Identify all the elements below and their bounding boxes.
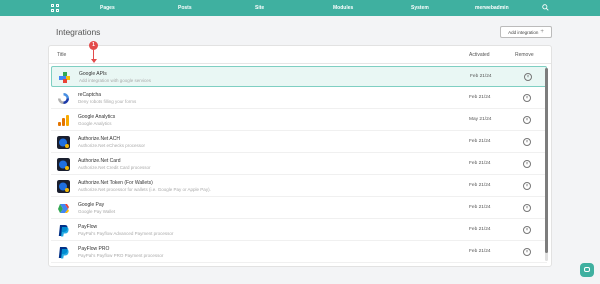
nav-item-pages[interactable]: Pages: [100, 0, 115, 16]
integration-desc: Authorize.Net processor for wallets (i.e…: [78, 187, 211, 192]
chat-icon: [584, 267, 590, 272]
activated-date: Feb 21/24: [470, 74, 492, 79]
table-row-google-pay[interactable]: Google Pay Google Pay Wallet Feb 21/24 ×: [51, 198, 547, 219]
integration-desc: Google Analytics: [78, 121, 112, 126]
google-analytics-logo: [57, 114, 70, 127]
recaptcha-logo: [58, 93, 69, 104]
integration-name: Google APIs: [79, 71, 107, 77]
scrollbar-thumb[interactable]: [545, 68, 548, 253]
column-header-title: Title: [57, 52, 67, 58]
authorize-net-logo: [57, 180, 70, 193]
activated-date: Feb 21/24: [469, 95, 491, 100]
table-row-authorize-token[interactable]: Authorize.Net Token (For Wallets) Author…: [51, 176, 547, 197]
annotation-arrow-head: [90, 59, 97, 63]
integration-name: reCaptcha: [78, 92, 102, 98]
chat-button[interactable]: [580, 263, 594, 277]
integration-desc: Deny robots filling your forms: [78, 99, 137, 104]
nav-item-modules[interactable]: Modules: [333, 0, 353, 16]
add-integration-label: Add integration: [508, 29, 539, 35]
activated-date: Feb 21/24: [469, 227, 491, 232]
remove-icon[interactable]: ×: [523, 226, 531, 234]
integration-name: PayFlow PRO: [78, 246, 110, 252]
search-icon[interactable]: [542, 4, 549, 11]
integration-name: Google Pay: [78, 202, 105, 208]
activated-date: Feb 21/24: [469, 139, 491, 144]
integration-desc: Authorize.Net eChecks processor: [78, 143, 146, 148]
integration-desc: Google Pay Wallet: [78, 209, 116, 214]
nav-item-user[interactable]: merwebadmin: [475, 0, 509, 16]
activated-date: Feb 21/24: [469, 205, 491, 210]
remove-icon[interactable]: ×: [523, 138, 531, 146]
remove-icon[interactable]: ×: [523, 248, 531, 256]
remove-icon[interactable]: ×: [523, 94, 531, 102]
nav-item-posts[interactable]: Posts: [178, 0, 192, 16]
authorize-net-logo: [57, 158, 70, 171]
apps-grid-icon[interactable]: [51, 4, 59, 12]
table-header: Title Activated Remove: [49, 46, 551, 64]
activated-date: Feb 21/24: [469, 161, 491, 166]
table-row-google-apis[interactable]: Google APIs Add integration with google …: [51, 66, 547, 87]
annotation-badge: 1: [89, 41, 98, 50]
integration-name: Authorize.Net Token (For Wallets): [78, 180, 153, 186]
table-row-authorize-card[interactable]: Authorize.Net Card Authorize.Net Credit …: [51, 154, 547, 175]
column-header-remove: Remove: [515, 52, 534, 58]
google-apis-logo: [59, 72, 70, 83]
integration-desc: PayPal's Payflow PRO Payment processor: [78, 253, 164, 258]
paypal-logo: [58, 247, 69, 259]
table-row-google-analytics[interactable]: Google Analytics Google Analytics May 21…: [51, 110, 547, 131]
authorize-net-logo: [57, 136, 70, 149]
add-integration-button[interactable]: Add integration +: [500, 26, 552, 38]
integrations-table: Title Activated Remove Google APIs Add i…: [48, 45, 552, 267]
google-pay-logo: [58, 204, 69, 213]
integration-name: PayFlow: [78, 224, 98, 230]
integration-name: Google Analytics: [78, 114, 116, 120]
integration-desc: Authorize.Net Credit Card processor: [78, 165, 151, 170]
remove-icon[interactable]: ×: [524, 73, 532, 81]
paypal-logo: [58, 225, 69, 237]
integration-name: Authorize.Net Card: [78, 158, 121, 164]
activated-date: May 21/24: [469, 117, 492, 122]
top-nav-bar: Pages Posts Site Modules System merwebad…: [0, 0, 600, 16]
remove-icon[interactable]: ×: [523, 182, 531, 190]
nav-item-site[interactable]: Site: [255, 0, 264, 16]
column-header-activated: Activated: [469, 52, 490, 58]
table-row-authorize-ach[interactable]: Authorize.Net ACH Authorize.Net eChecks …: [51, 132, 547, 153]
integration-desc: Add integration with google services: [79, 78, 152, 83]
remove-icon[interactable]: ×: [523, 160, 531, 168]
integration-name: Authorize.Net ACH: [78, 136, 120, 142]
activated-date: Feb 21/24: [469, 183, 491, 188]
page-title: Integrations: [56, 27, 101, 37]
activated-date: Feb 21/24: [469, 249, 491, 254]
table-row-recaptcha[interactable]: reCaptcha Deny robots filling your forms…: [51, 88, 547, 109]
table-row-payflow-pro[interactable]: PayFlow PRO PayPal's Payflow PRO Payment…: [51, 242, 547, 263]
remove-icon[interactable]: ×: [523, 116, 531, 124]
remove-icon[interactable]: ×: [523, 204, 531, 212]
nav-item-system[interactable]: System: [411, 0, 429, 16]
plus-icon: +: [540, 29, 544, 35]
integration-desc: PayPal's Payflow Advanced Payment proces…: [78, 231, 174, 236]
table-row-payflow[interactable]: PayFlow PayPal's Payflow Advanced Paymen…: [51, 220, 547, 241]
